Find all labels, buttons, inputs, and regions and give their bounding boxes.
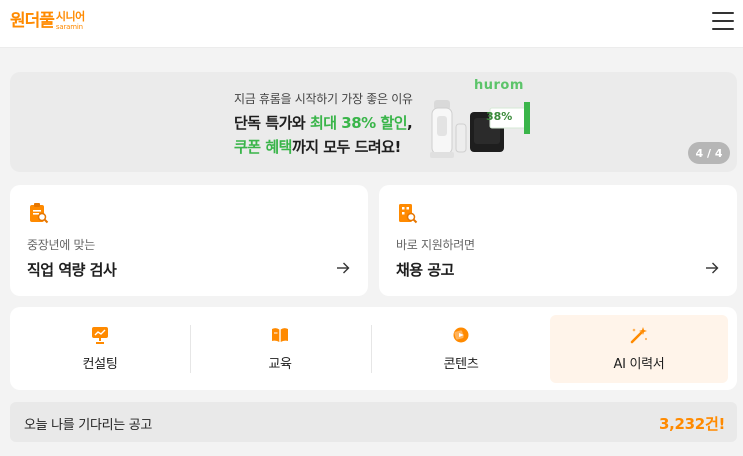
quick-menu: 컨설팅 교육 콘텐츠 AI 이력서: [10, 307, 737, 390]
presentation-board-icon: [92, 327, 108, 344]
banner-pagination: 4 / 4: [688, 142, 730, 164]
logo-sub-text: 시니어: [55, 10, 85, 23]
menu-label: 콘텐츠: [443, 357, 479, 372]
todays-postings-bar[interactable]: 오늘 나를 기다리는 공고 3,232건!: [10, 402, 737, 442]
logo-sub: 시니어 saramin: [55, 10, 85, 32]
arrow-right-icon: [706, 262, 719, 274]
building-search-icon: [399, 204, 418, 224]
banner-line2-suffix: 까지 모두 드려요!: [291, 138, 401, 156]
menu-label: 컨설팅: [82, 357, 118, 372]
app-header: 원더풀 시니어 saramin: [0, 0, 743, 48]
hamburger-menu-icon[interactable]: [712, 12, 734, 30]
open-book-icon: [272, 328, 288, 342]
banner-line1-highlight: 최대 38% 할인: [309, 114, 408, 132]
menu-label: AI 이력서: [613, 357, 665, 372]
banner-line1-prefix: 단독 특가와: [234, 114, 310, 132]
card-subtitle: 바로 지원하려면: [396, 238, 475, 252]
banner-headline-line1: 단독 특가와 최대 38% 할인,: [234, 112, 413, 133]
menu-item-consulting[interactable]: 컨설팅: [11, 315, 189, 383]
postings-count: 3,232건!: [659, 415, 725, 433]
card-title: 채용 공고: [396, 261, 454, 279]
banner-headline-line2: 쿠폰 혜택까지 모두 드려요!: [234, 136, 401, 157]
card-subtitle: 중장년에 맞는: [27, 238, 95, 252]
banner-line2-highlight: 쿠폰 혜택: [234, 138, 292, 156]
juicer-product-image: [430, 100, 530, 158]
discount-tag-text: 38%: [486, 110, 513, 123]
hurom-logo: hurom: [474, 78, 524, 93]
card-title: 직업 역량 검사: [27, 261, 117, 279]
banner-subtitle: 지금 휴롬을 시작하기 가장 좋은 이유: [234, 92, 413, 106]
arrow-right-icon: [337, 262, 350, 274]
menu-label: 교육: [268, 357, 292, 372]
job-competency-test-card[interactable]: 중장년에 맞는 직업 역량 검사: [10, 185, 368, 296]
logo-brand-text: saramin: [55, 23, 83, 31]
clipboard-search-icon: [30, 203, 49, 224]
job-postings-card[interactable]: 바로 지원하려면 채용 공고: [379, 185, 737, 296]
postings-label: 오늘 나를 기다리는 공고: [24, 418, 153, 433]
menu-item-ai-resume[interactable]: AI 이력서: [550, 315, 728, 383]
menu-item-education[interactable]: 교육: [191, 315, 369, 383]
promo-banner[interactable]: 지금 휴롬을 시작하기 가장 좋은 이유 단독 특가와 최대 38% 할인, 쿠…: [10, 72, 737, 172]
brand-logo[interactable]: 원더풀 시니어 saramin: [10, 10, 85, 32]
content-chat-icon: [453, 327, 469, 343]
magic-wand-icon: [630, 327, 648, 344]
logo-main-text: 원더풀: [10, 11, 55, 31]
banner-line1-suffix: ,: [407, 114, 413, 132]
menu-item-contents[interactable]: 콘텐츠: [372, 315, 550, 383]
